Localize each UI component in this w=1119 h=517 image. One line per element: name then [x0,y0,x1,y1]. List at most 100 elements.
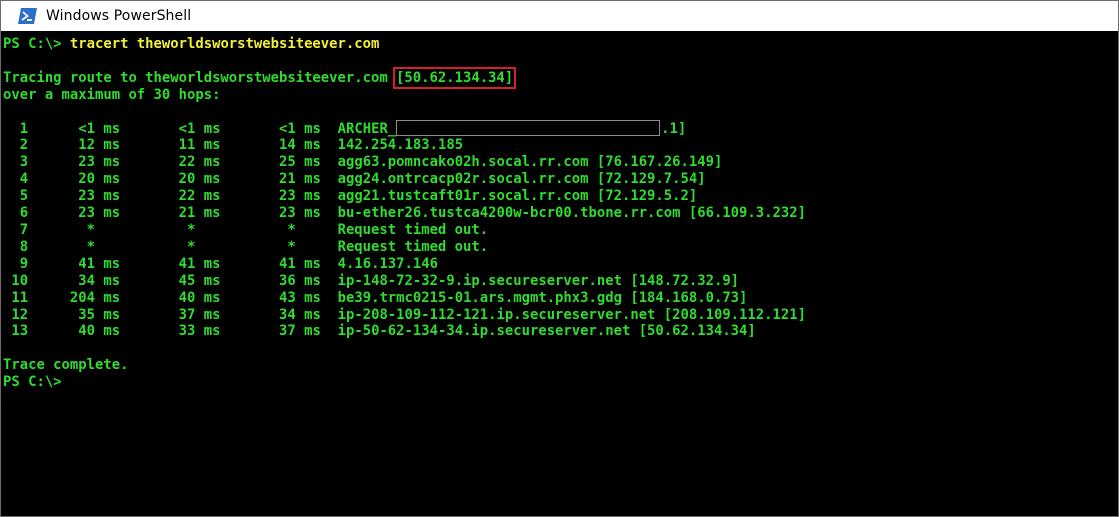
console-output[interactable]: PS C:\> tracert theworldsworstwebsiteeve… [1,31,1118,516]
hop-time: <1 [220,120,296,137]
hop-number: 6 [3,205,29,222]
powershell-window: Windows PowerShell PS C:\> tracert thewo… [0,0,1119,517]
hop-time: 34 [220,306,296,323]
hop-time: 45 [120,272,196,289]
max-hops-text: over a maximum of 30 hops: [3,86,221,103]
hop-time: 21 [220,171,296,188]
hop-number: 10 [3,272,29,289]
hop-time-unit: ms [304,205,321,222]
hop-time-unit: ms [304,154,321,171]
hop-time: 23 [28,188,95,205]
hop-number: 3 [3,154,29,171]
hop-time-unit: ms [203,137,221,154]
hop-time-unit: ms [203,171,221,188]
hop-time-unit: ms [203,205,221,222]
hop-time: 25 [220,154,296,171]
window-title: Windows PowerShell [46,8,192,24]
hop-time-unit: ms [103,188,121,205]
hop-time-unit: ms [304,323,321,340]
hop-time-unit: ms [103,289,121,306]
hop-time-unit: ms [304,306,321,323]
hop-time-unit: ms [203,154,221,171]
hop-time-unit: ms [304,137,321,154]
hop-time-unit: ms [304,171,321,188]
hop-time: 22 [120,154,196,171]
hop-number: 11 [3,289,29,306]
hop-time: 40 [28,323,95,340]
title-bar[interactable]: Windows PowerShell [1,1,1118,31]
hop-time: 11 [120,137,196,154]
hop-time-unit: ms [203,323,221,340]
hop-host: 142.254.183.185 [337,137,464,154]
hop-time: 20 [28,171,95,188]
hop-time: 37 [120,306,196,323]
hop-host: 4.16.137.146 [337,255,438,272]
hop-time-unit: ms [103,171,121,188]
hop-number: 2 [3,137,29,154]
hop-time-unit: ms [103,323,121,340]
hop-host: be39.trmc0215-01.ars.mgmt.phx3.gdg [184.… [337,289,748,306]
hop-time-timeout: * [220,221,296,238]
hop-host: Request timed out. [337,238,489,255]
hop-time-unit: ms [304,120,321,137]
hop-time: 41 [220,255,296,272]
hop-number: 8 [3,238,29,255]
hop-time: 20 [120,171,196,188]
hop-time: 40 [120,289,196,306]
hop-time: 33 [120,323,196,340]
hop-time: 34 [28,272,95,289]
hop-time-timeout: * [120,238,196,255]
hop-time-timeout: * [28,238,95,255]
hop-host: bu-ether26.tustca4200w-bcr00.tbone.rr.co… [337,205,806,222]
hop-time-unit: ms [203,188,221,205]
console-text: PS C:\> tracert theworldsworstwebsiteeve… [1,31,1118,391]
hop-time-unit: ms [103,120,121,137]
tracing-route-text: Tracing route to theworldsworstwebsiteev… [3,69,397,86]
hop-time: 41 [28,255,95,272]
hop-time: 23 [220,188,296,205]
hop-time: 23 [28,154,95,171]
hop-time-unit: ms [203,255,221,272]
hop-number: 12 [3,306,29,323]
hop-time-timeout: * [120,221,196,238]
hop-time-unit: ms [304,289,321,306]
hop-time-unit: ms [103,154,121,171]
hop-time-timeout: * [220,238,296,255]
hop-time: 14 [220,137,296,154]
hop-number: 7 [3,221,29,238]
hop-host: agg63.pomncako02h.socal.rr.com [76.167.2… [337,154,723,171]
hop-time: 43 [220,289,296,306]
hop-host-suffix: .1] [661,120,687,137]
hop-time: 22 [120,188,196,205]
redacted-block [396,119,661,136]
hop-time: 12 [28,137,95,154]
hop-time-unit: ms [103,205,121,222]
hop-number: 13 [3,323,29,340]
hop-time: 41 [120,255,196,272]
hop-host: agg21.tustcaft01r.socal.rr.com [72.129.5… [337,188,698,205]
hop-host: ip-50-62-134-34.ip.secureserver.net [50.… [337,323,756,340]
hop-time: 35 [28,306,95,323]
hop-time-unit: ms [203,289,221,306]
hop-host: agg24.ontrcacp02r.socal.rr.com [72.129.7… [337,171,706,188]
hop-number: 4 [3,171,29,188]
hop-time-unit: ms [103,272,121,289]
hop-number: 1 [3,120,29,137]
hop-time-unit: ms [103,255,121,272]
hop-time: 21 [120,205,196,222]
hop-time-unit: ms [203,306,221,323]
hop-time: 37 [220,323,296,340]
hop-time: 23 [220,205,296,222]
hop-host: ip-208-109-112-121.ip.secureserver.net [… [337,306,806,323]
hop-host: Request timed out. [337,221,489,238]
hop-time-unit: ms [103,306,121,323]
trace-complete-text: Trace complete. [3,357,129,374]
hop-time-unit: ms [103,137,121,154]
hop-time-unit: ms [304,188,321,205]
hop-time: <1 [120,120,196,137]
hop-time: 204 [28,289,95,306]
powershell-icon [18,8,37,24]
hop-time: 23 [28,205,95,222]
hop-time: <1 [28,120,95,137]
prompt: PS C:\> [3,374,62,391]
